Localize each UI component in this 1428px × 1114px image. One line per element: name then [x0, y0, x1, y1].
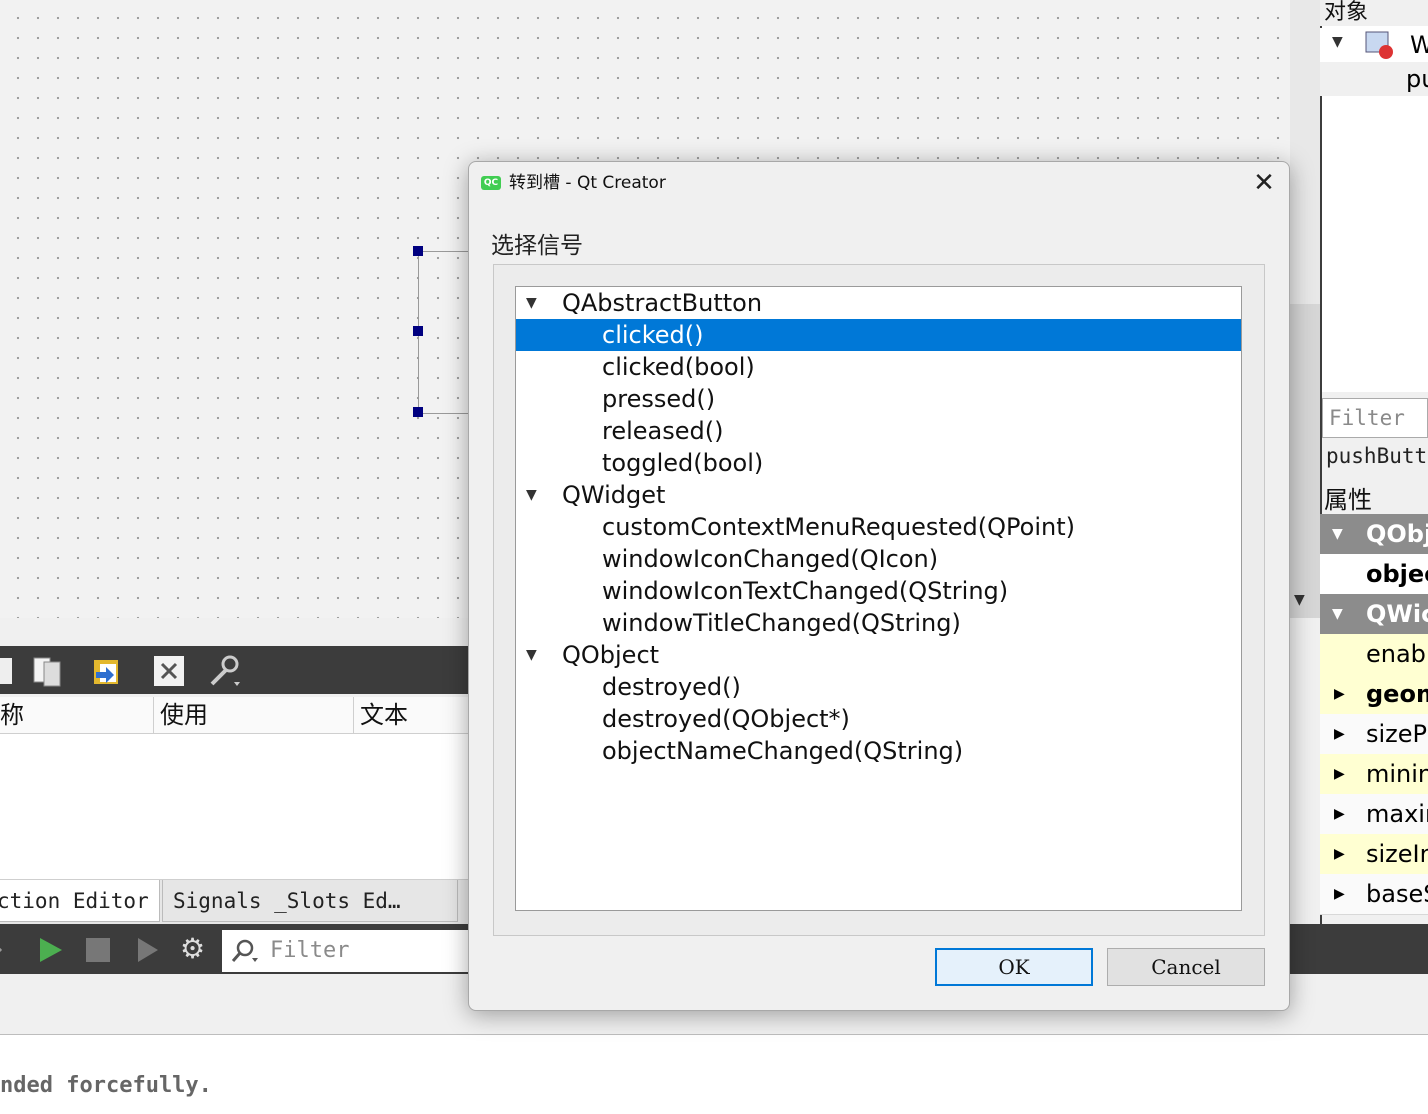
tree-item-pushbutton[interactable]: pu: [1320, 62, 1428, 96]
scrollbar-track: [1290, 304, 1320, 618]
property-category-qobject[interactable]: ▼ QObj: [1320, 514, 1428, 555]
ok-button[interactable]: OK: [935, 948, 1093, 986]
tree-signal-row[interactable]: windowTitleChanged(QString): [516, 607, 1241, 639]
column-header-text[interactable]: 文本: [354, 697, 470, 733]
resize-handle[interactable]: [413, 326, 423, 336]
property-minimumsize[interactable]: ▶ minin: [1320, 754, 1428, 795]
output-filter-field[interactable]: Filter: [222, 930, 472, 972]
expand-arrow-icon[interactable]: ▼: [526, 479, 546, 511]
tree-signal-row[interactable]: objectNameChanged(QString): [516, 735, 1241, 767]
tree-group-label: QWidget: [562, 481, 666, 509]
signal-label: released(): [602, 417, 724, 445]
dialog-title: 转到槽 - Qt Creator: [509, 173, 666, 193]
signal-label: clicked(bool): [602, 353, 755, 381]
tree-signal-row[interactable]: clicked(): [516, 319, 1241, 351]
resize-handle[interactable]: [413, 407, 423, 417]
tree-group-label: QObject: [562, 641, 660, 669]
property-objectname[interactable]: objec: [1320, 554, 1428, 595]
search-icon: [231, 939, 258, 962]
go-to-slot-dialog: QC 转到槽 - Qt Creator ✕ 选择信号 ▼ QAbstractBut…: [468, 161, 1290, 1011]
tab-action-editor[interactable]: ction Editor: [0, 880, 160, 922]
signal-label: customContextMenuRequested(QPoint): [602, 513, 1075, 541]
signal-label: destroyed(QObject*): [602, 705, 850, 733]
arrow-icon[interactable]: ›: [0, 936, 8, 962]
tree-signal-row[interactable]: released(): [516, 415, 1241, 447]
dialog-titlebar[interactable]: QC 转到槽 - Qt Creator ✕: [469, 162, 1289, 204]
tree-signal-row[interactable]: windowIconTextChanged(QString): [516, 575, 1241, 607]
expand-arrow-icon[interactable]: ▼: [1332, 34, 1343, 50]
select-signal-label: 选择信号: [491, 233, 583, 259]
tree-item-widget[interactable]: ▼ W: [1320, 28, 1428, 62]
action-editor-toolbar: [0, 646, 470, 694]
wrench-icon[interactable]: [206, 654, 242, 688]
property-geometry[interactable]: ▶geom: [1320, 674, 1428, 715]
object-panel-title: 对象: [1324, 0, 1369, 25]
qt-creator-app-icon: QC: [481, 176, 501, 190]
paste-icon[interactable]: [90, 654, 126, 688]
gear-icon[interactable]: ⚙: [180, 932, 205, 965]
new-action-icon[interactable]: [0, 654, 28, 688]
tree-signal-row[interactable]: customContextMenuRequested(QPoint): [516, 511, 1241, 543]
signal-label: toggled(bool): [602, 449, 764, 477]
signal-label: pressed(): [602, 385, 716, 413]
action-table-header: 称 使用 文本: [0, 697, 470, 734]
signal-label: destroyed(): [602, 673, 741, 701]
object-child-name: pu: [1406, 65, 1428, 93]
property-filter-placeholder: Filter: [1329, 406, 1405, 430]
output-pane[interactable]: nded forcefully.: [0, 1034, 1428, 1114]
object-root-name: W: [1410, 31, 1428, 59]
tree-group-row[interactable]: ▼ QWidget: [516, 479, 1241, 511]
selected-object-class: pushButto: [1326, 444, 1428, 468]
property-basesize[interactable]: ▶baseS: [1320, 874, 1428, 915]
action-list[interactable]: [0, 734, 470, 879]
property-sizepolicy[interactable]: ▶ sizeP: [1320, 714, 1428, 755]
property-filter-field[interactable]: Filter: [1322, 398, 1428, 438]
signal-tree[interactable]: ▼ QAbstractButton clicked() clicked(bool) pr…: [515, 286, 1242, 911]
property-category-qwidget[interactable]: ▼QWic: [1320, 594, 1428, 635]
run-icon[interactable]: [36, 936, 64, 964]
signal-label: windowIconChanged(QIcon): [602, 545, 939, 573]
editor-tab-bar: ction Editor Signals _Slots Ed…: [0, 879, 470, 924]
tree-group-row[interactable]: ▼ QAbstractButton: [516, 287, 1241, 319]
tree-signal-row[interactable]: destroyed(QObject*): [516, 703, 1241, 735]
expand-arrow-icon[interactable]: ▼: [526, 287, 546, 319]
column-header-used[interactable]: 使用: [154, 697, 354, 733]
object-inspector-header: 对象: [1320, 0, 1428, 26]
signal-label: windowTitleChanged(QString): [602, 609, 961, 637]
property-maximumsize[interactable]: ▶ maxir: [1320, 794, 1428, 835]
tree-signal-row[interactable]: windowIconChanged(QIcon): [516, 543, 1241, 575]
copy-icon[interactable]: [30, 654, 66, 688]
signal-label: windowIconTextChanged(QString): [602, 577, 1009, 605]
property-sizeincrement[interactable]: ▶ sizeIn: [1320, 834, 1428, 875]
tree-signal-row[interactable]: toggled(bool): [516, 447, 1241, 479]
expand-arrow-icon[interactable]: ▼: [526, 639, 546, 671]
tree-signal-row[interactable]: clicked(bool): [516, 351, 1241, 383]
cancel-button[interactable]: Cancel: [1107, 948, 1265, 986]
column-header-name[interactable]: 称: [0, 697, 154, 733]
widget-class-icon: [1365, 31, 1393, 59]
signal-groupbox: ▼ QAbstractButton clicked() clicked(bool) pr…: [493, 264, 1265, 936]
output-line: nded forcefully.: [0, 1073, 212, 1098]
signal-label: clicked(): [602, 321, 704, 349]
close-icon[interactable]: ✕: [1247, 166, 1281, 200]
signal-label: objectNameChanged(QString): [602, 737, 964, 765]
property-panel-title: 属性: [1324, 486, 1372, 514]
tree-group-label: QAbstractButton: [562, 289, 763, 317]
delete-icon[interactable]: [152, 654, 188, 688]
tree-signal-row[interactable]: destroyed(): [516, 671, 1241, 703]
debug-run-icon[interactable]: [134, 936, 162, 964]
tree-signal-row[interactable]: pressed(): [516, 383, 1241, 415]
tree-group-row[interactable]: ▼ QObject: [516, 639, 1241, 671]
property-enabled[interactable]: enabl: [1320, 634, 1428, 675]
tab-signals-slots-editor[interactable]: Signals _Slots Ed…: [162, 880, 458, 922]
chevron-down-icon[interactable]: ▼: [1294, 592, 1305, 608]
stop-icon[interactable]: [86, 938, 110, 962]
resize-handle[interactable]: [413, 246, 423, 256]
filter-placeholder: Filter: [270, 938, 350, 963]
